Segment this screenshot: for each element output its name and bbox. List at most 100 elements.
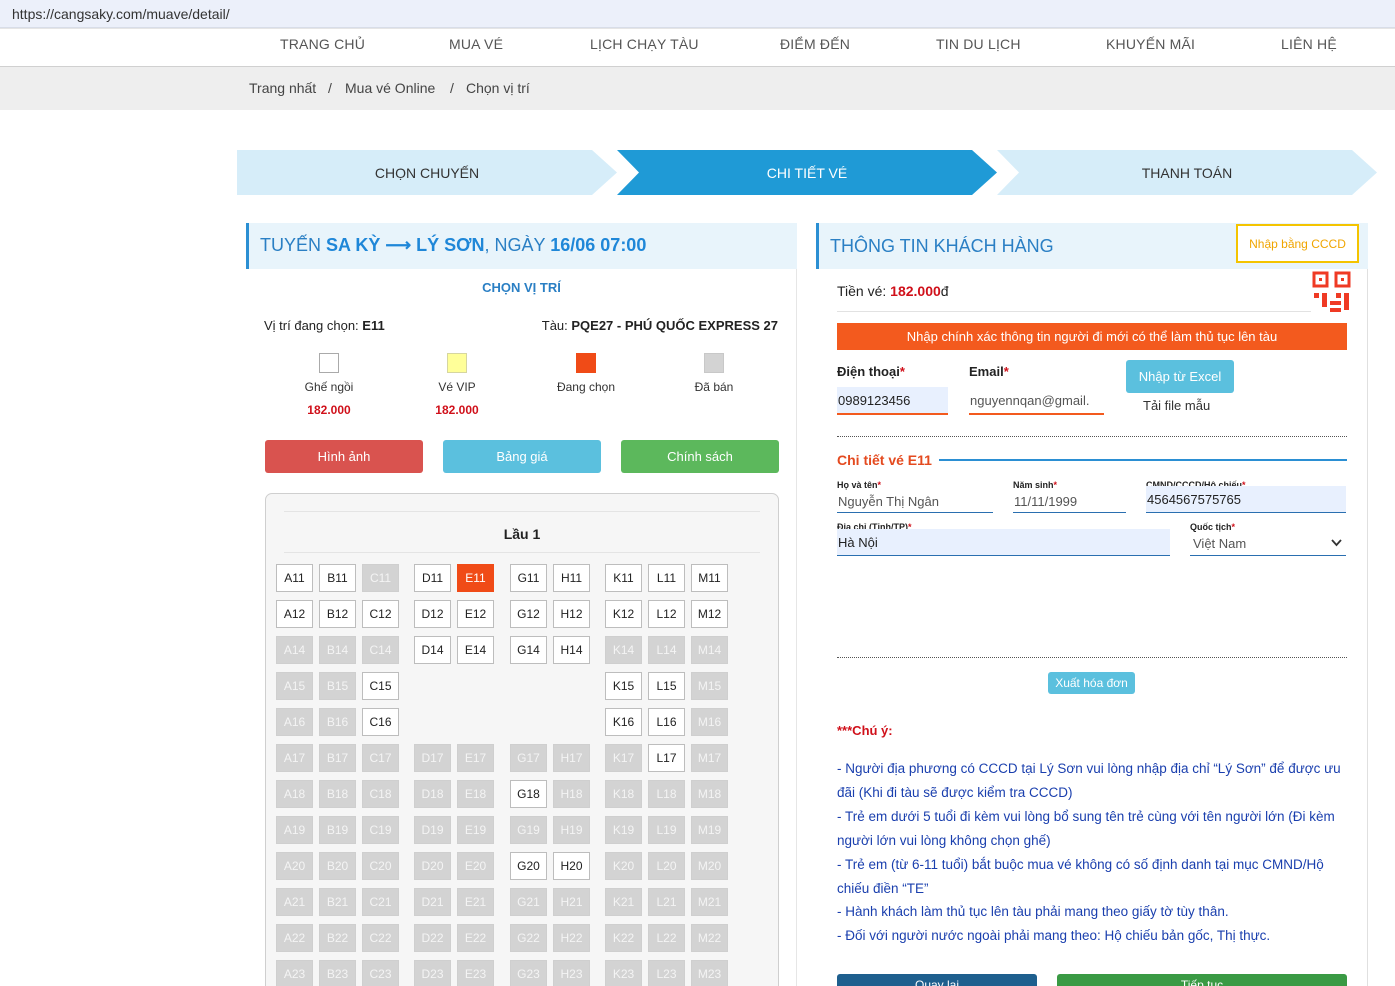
seat-B12[interactable]: B12 [319,600,356,628]
policy-button[interactable]: Chính sách [621,440,779,473]
seat-K15[interactable]: K15 [605,672,642,700]
seat-H11[interactable]: H11 [553,564,590,592]
seat-A12[interactable]: A12 [276,600,313,628]
seat-selection-panel: TUYẾN SA KỲ ⟶ LÝ SƠN, NGÀY 16/06 07:00 C… [246,223,797,986]
export-invoice-button[interactable]: Xuất hóa đơn [1048,672,1135,694]
seat-G19: G19 [510,816,547,844]
legend-vip: Vé VIP 182.000 [402,353,512,417]
address-bar[interactable]: https://cangsaky.com/muave/detail/ [0,0,1395,28]
birth-label-text: Năm sinh [1013,480,1054,490]
address-input[interactable]: Hà Nội [837,529,1170,556]
seat-H14[interactable]: H14 [553,636,590,664]
seat-E18: E18 [457,780,494,808]
seat-L17[interactable]: L17 [648,744,685,772]
seat-L11[interactable]: L11 [648,564,685,592]
seat-G11[interactable]: G11 [510,564,547,592]
nationality-select[interactable]: Việt Nam [1190,531,1346,556]
seat-A11[interactable]: A11 [276,564,313,592]
download-template-link[interactable]: Tải file mẫu [1143,398,1210,413]
seat-D12[interactable]: D12 [414,600,451,628]
seat-G14[interactable]: G14 [510,636,547,664]
breadcrumb-home[interactable]: Trang nhất [249,80,316,96]
scan-cccd-button[interactable]: Nhập bằng CCCD [1236,224,1359,263]
nav-promotions[interactable]: KHUYẾN MÃI [1106,36,1195,52]
seat-H12[interactable]: H12 [553,600,590,628]
note-item: - Người địa phương có CCCD tại Lý Sơn vu… [837,761,1341,800]
seat-B11[interactable]: B11 [319,564,356,592]
seat-C15[interactable]: C15 [362,672,399,700]
seat-M12[interactable]: M12 [691,600,728,628]
seat-K12[interactable]: K12 [605,600,642,628]
seat-H20[interactable]: H20 [553,852,590,880]
legend-regular: Ghế ngồi 182.000 [274,353,384,417]
seat-E14[interactable]: E14 [457,636,494,664]
seat-L15[interactable]: L15 [648,672,685,700]
seat-L21: L21 [648,888,685,916]
nav-destinations[interactable]: ĐIỂM ĐẾN [780,36,850,52]
route-title: TUYẾN SA KỲ ⟶ LÝ SƠN, NGÀY 16/06 07:00 [260,235,646,256]
legend-label: Ghế ngồi [304,380,354,394]
seat-K19: K19 [605,816,642,844]
seat-C12[interactable]: C12 [362,600,399,628]
nav-schedule[interactable]: LỊCH CHẠY TÀU [590,36,699,52]
seat-B21: B21 [319,888,356,916]
price-value: 182.000 [890,283,941,299]
note-item: - Trẻ em dưới 5 tuổi đi kèm vui lòng bổ … [837,809,1335,848]
seat-C20: C20 [362,852,399,880]
seat-D22: D22 [414,924,451,952]
seat-E12[interactable]: E12 [457,600,494,628]
seat-L16[interactable]: L16 [648,708,685,736]
birth-year-input[interactable]: 11/11/1999 [1013,490,1126,513]
main-nav: TRANG CHỦ MUA VÉ LỊCH CHẠY TÀU ĐIỂM ĐẾN … [0,28,1395,67]
seat-K21: K21 [605,888,642,916]
ticket-detail-title: Chi tiết vé E11 [837,452,932,468]
back-button-label: Quay lại [914,978,960,986]
fullname-input[interactable]: Nguyễn Thị Ngân [837,490,993,513]
seat-K16[interactable]: K16 [605,708,642,736]
nav-buy-ticket[interactable]: MUA VÉ [449,36,503,52]
nav-home[interactable]: TRANG CHỦ [280,36,365,52]
seat-H23: H23 [553,960,590,986]
price-table-button[interactable]: Bảng giá [443,440,601,473]
app-root: { "browser": { "url": "https://cangsaky.… [0,0,1395,986]
seat-G12[interactable]: G12 [510,600,547,628]
next-button[interactable]: Tiếp tục [1057,974,1347,986]
seat-K22: K22 [605,924,642,952]
seat-M22: M22 [691,924,728,952]
seat-B17: B17 [319,744,356,772]
divider [284,511,760,512]
seat-C16[interactable]: C16 [362,708,399,736]
seat-G21: G21 [510,888,547,916]
url-text[interactable]: https://cangsaky.com/muave/detail/ [12,6,230,22]
seat-K11[interactable]: K11 [605,564,642,592]
import-excel-button[interactable]: Nhập từ Excel [1126,360,1234,393]
legend-label: Vé VIP [438,380,476,394]
seat-C21: C21 [362,888,399,916]
seat-C22: C22 [362,924,399,952]
ship-label: Tàu: [541,318,572,333]
step-label: CHỌN CHUYẾN [374,164,480,181]
seat-D11[interactable]: D11 [414,564,451,592]
phone-input[interactable]: 0989123456 [837,387,948,415]
seat-E23: E23 [457,960,494,986]
seat-M15: M15 [691,672,728,700]
legend-swatch [576,353,596,373]
email-label-text: Email [969,364,1004,379]
breadcrumb-buy-online[interactable]: Mua vé Online [345,80,435,96]
email-input[interactable]: nguyennqan@gmail. [969,387,1104,415]
seat-E11[interactable]: E11 [457,564,494,592]
seat-G18[interactable]: G18 [510,780,547,808]
seat-M18: M18 [691,780,728,808]
seat-M11[interactable]: M11 [691,564,728,592]
back-button[interactable]: Quay lại [837,974,1037,986]
nav-travel-news[interactable]: TIN DU LỊCH [936,36,1021,52]
seat-L23: L23 [648,960,685,986]
seat-E19: E19 [457,816,494,844]
images-button[interactable]: Hình ảnh [265,440,423,473]
qr-code-icon[interactable] [1312,271,1352,313]
nav-contact[interactable]: LIÊN HỆ [1281,36,1337,52]
id-number-input[interactable]: 4564567575765 [1146,486,1346,513]
seat-L12[interactable]: L12 [648,600,685,628]
seat-D14[interactable]: D14 [414,636,451,664]
seat-G20[interactable]: G20 [510,852,547,880]
